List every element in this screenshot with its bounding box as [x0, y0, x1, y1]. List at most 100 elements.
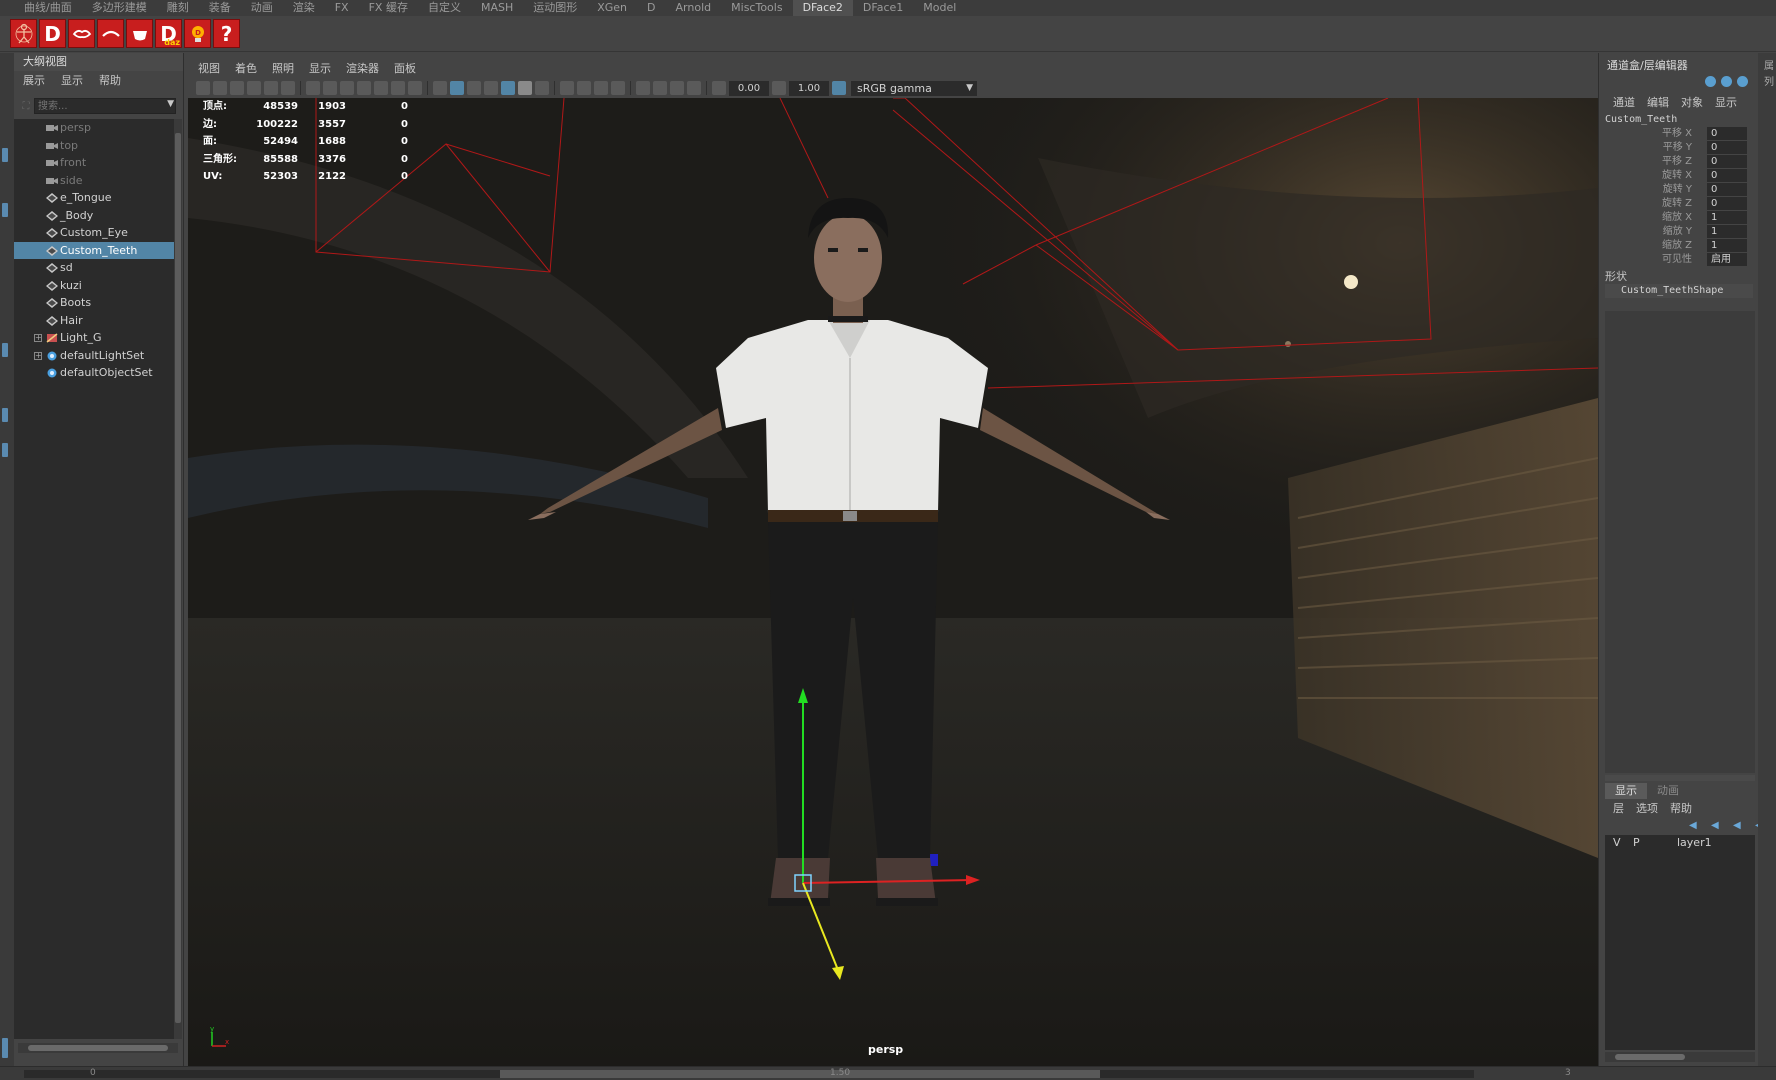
select-camera-icon[interactable] [196, 81, 210, 95]
xray-icon[interactable] [535, 81, 549, 95]
attribute-value-field[interactable]: 0 [1707, 155, 1747, 168]
2d-pan-zoom-icon[interactable] [264, 81, 278, 95]
viewport-menu-item[interactable]: 视图 [198, 60, 220, 76]
channel-box-menu-item[interactable]: 显示 [1715, 94, 1737, 110]
outliner-item[interactable]: Hair [14, 312, 174, 330]
select-tool-icon[interactable] [2, 148, 8, 162]
layer-menu-item[interactable]: 帮助 [1670, 801, 1692, 817]
layer-name[interactable]: layer1 [1653, 835, 1712, 851]
exposure-field[interactable]: 0.00 [729, 80, 769, 96]
scrollbar-thumb[interactable] [175, 133, 181, 1023]
attribute-editor-toggle-icon[interactable] [1721, 76, 1732, 87]
mouth-icon[interactable] [126, 19, 153, 48]
move-layer-down-icon[interactable]: ◀ [1711, 821, 1725, 831]
colorspace-dropdown[interactable]: sRGB gamma ▼ [851, 80, 977, 96]
figure-icon[interactable] [10, 19, 37, 48]
attribute-row[interactable]: 旋转 Z 0 [1599, 197, 1758, 211]
help-icon[interactable]: ? [213, 19, 240, 48]
layer-scrollbar[interactable] [1605, 1052, 1755, 1062]
outliner-menu-item[interactable]: 帮助 [99, 72, 121, 88]
viewport-menu-item[interactable]: 渲染器 [346, 60, 379, 76]
channel-box-menu-item[interactable]: 对象 [1681, 94, 1703, 110]
shelf-tab[interactable]: DFace1 [853, 0, 913, 16]
3d-viewport[interactable]: 顶点: 48539 1903 0 边: 100222 3557 0 面: 52494 1688 0 三角… [188, 98, 1598, 1066]
layer-menu-item[interactable]: 选项 [1636, 801, 1658, 817]
layer-editor-tab[interactable]: 动画 [1647, 783, 1689, 799]
gate-mask-icon[interactable] [357, 81, 371, 95]
layer-visibility-toggle[interactable]: V [1613, 835, 1623, 851]
attribute-row[interactable]: 平移 X 0 [1599, 127, 1758, 141]
search-input[interactable] [34, 98, 176, 114]
camera-attributes-icon[interactable] [213, 81, 227, 95]
attribute-row[interactable]: 旋转 Y 0 [1599, 183, 1758, 197]
attribute-value-field[interactable]: 0 [1707, 127, 1747, 140]
tool-settings-toggle-icon[interactable] [1737, 76, 1748, 87]
safe-action-icon[interactable] [391, 81, 405, 95]
selected-object-name[interactable]: Custom_Teeth [1599, 113, 1758, 127]
outliner-item[interactable]: front [14, 154, 174, 172]
shelf-tab[interactable]: DFace2 [792, 0, 853, 16]
attribute-value-field[interactable]: 1 [1707, 239, 1747, 252]
viewport-menu-item[interactable]: 显示 [309, 60, 331, 76]
smooth-shade-icon[interactable] [450, 81, 464, 95]
shelf-tab[interactable]: MiscTools [721, 0, 792, 16]
outliner-item[interactable]: Custom_Teeth [14, 241, 174, 259]
outliner-menu-item[interactable]: 显示 [61, 72, 83, 88]
textured-icon[interactable] [484, 81, 498, 95]
outliner-item[interactable]: sd [14, 259, 174, 277]
film-gate-icon[interactable] [323, 81, 337, 95]
viewport-scene[interactable] [188, 98, 1598, 1066]
depth-of-field-icon[interactable] [611, 81, 625, 95]
attribute-row[interactable]: 平移 Z 0 [1599, 155, 1758, 169]
time-slider[interactable]: 0 1.50 3 [0, 1066, 1776, 1080]
xray-active-icon[interactable] [670, 81, 684, 95]
outliner-item[interactable]: _Body [14, 207, 174, 225]
anti-aliasing-icon[interactable] [594, 81, 608, 95]
shelf-tab[interactable]: XGen [587, 0, 637, 16]
grid-icon[interactable] [306, 81, 320, 95]
layer-playback-toggle[interactable]: P [1633, 835, 1643, 851]
isolate-select-icon[interactable] [636, 81, 650, 95]
attribute-value-field[interactable]: 1 [1707, 225, 1747, 238]
color-management-icon[interactable] [832, 81, 846, 95]
attribute-value-field[interactable]: 0 [1707, 197, 1747, 210]
expand-icon[interactable]: + [34, 351, 42, 360]
attribute-value-field[interactable]: 0 [1707, 141, 1747, 154]
safe-title-icon[interactable] [408, 81, 422, 95]
panel-splitter[interactable] [1605, 775, 1755, 781]
outliner-item[interactable]: side [14, 172, 174, 190]
shelf-tab[interactable]: D [637, 0, 665, 16]
d-icon[interactable]: D [39, 19, 66, 48]
shelf-tab[interactable]: 运动图形 [523, 0, 587, 16]
resolution-gate-icon[interactable] [340, 81, 354, 95]
ambient-occlusion-icon[interactable] [560, 81, 574, 95]
attribute-row[interactable]: 缩放 Z 1 [1599, 239, 1758, 253]
outliner-item[interactable]: kuzi [14, 277, 174, 295]
scrollbar-thumb[interactable] [1615, 1054, 1685, 1060]
move-tool-icon[interactable] [2, 203, 8, 217]
outliner-item[interactable]: Custom_Eye [14, 224, 174, 242]
shelf-tab[interactable]: 雕刻 [157, 0, 199, 16]
shelf-tab[interactable]: 装备 [199, 0, 241, 16]
layout-icon[interactable] [2, 343, 8, 357]
expand-icon[interactable]: + [34, 334, 42, 342]
shelf-tab[interactable]: 动画 [241, 0, 283, 16]
layer-menu-item[interactable]: 层 [1613, 801, 1624, 817]
layer-editor-tab[interactable]: 显示 [1605, 783, 1647, 799]
shelf-tab[interactable]: Model [913, 0, 966, 16]
scrollbar-thumb[interactable] [28, 1045, 168, 1051]
channel-box-toggle-icon[interactable] [1705, 76, 1716, 87]
outliner-item[interactable]: defaultObjectSet [14, 364, 174, 382]
outliner-item[interactable]: top [14, 137, 174, 155]
gamma-field[interactable]: 1.00 [789, 80, 829, 96]
motion-blur-icon[interactable] [577, 81, 591, 95]
grease-pencil-icon[interactable] [281, 81, 295, 95]
layout-icon[interactable] [2, 443, 8, 457]
shelf-tab[interactable]: 渲染 [283, 0, 325, 16]
attribute-row[interactable]: 缩放 Y 1 [1599, 225, 1758, 239]
wireframe-on-shaded-icon[interactable] [467, 81, 481, 95]
outliner-item[interactable]: persp [14, 119, 174, 137]
shadows-icon[interactable] [518, 81, 532, 95]
attribute-row[interactable]: 可见性 启用 [1599, 253, 1758, 267]
gamma-icon[interactable] [772, 81, 786, 95]
